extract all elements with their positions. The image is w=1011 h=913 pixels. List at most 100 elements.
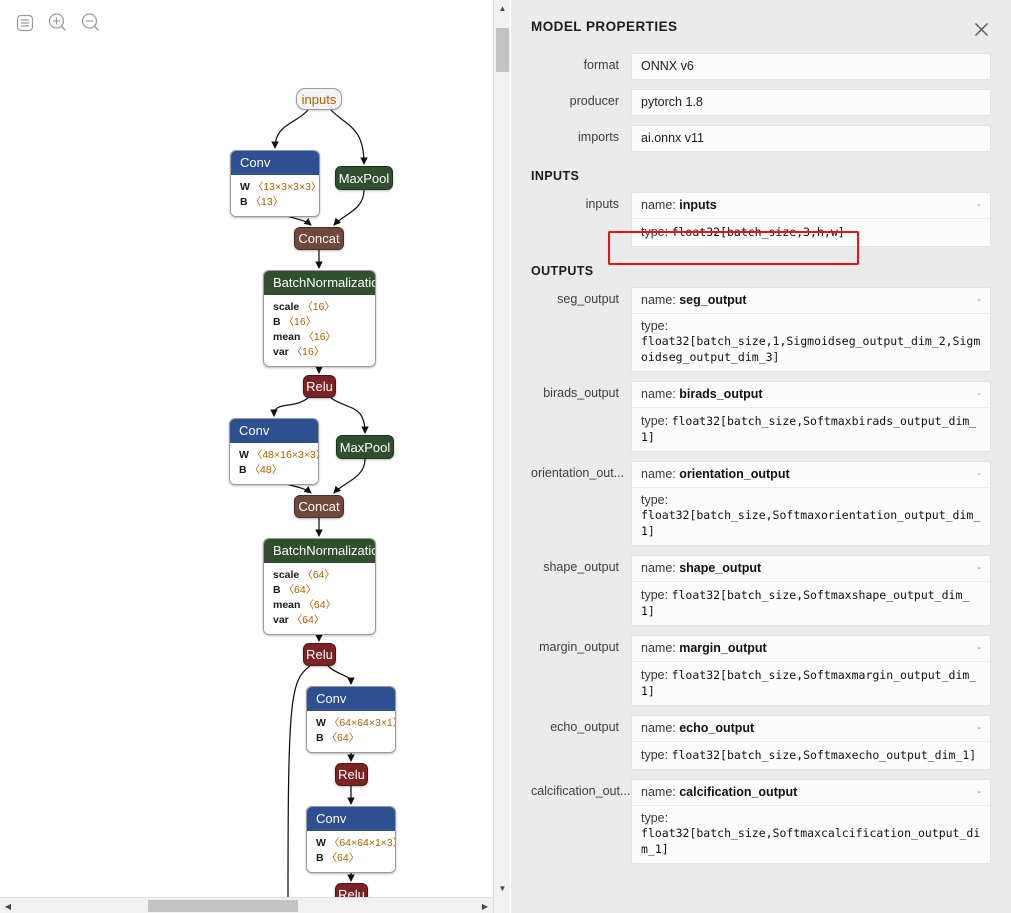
io-type-row: type: float32[batch_size,Softmaxcalcifica… (632, 805, 990, 863)
node-attribute: W 〈13×3×3×3〉 (240, 180, 319, 195)
graph-node-relu3[interactable]: Relu (335, 763, 368, 786)
graph-node-relu1[interactable]: Relu (303, 375, 336, 398)
collapse-toggle-icon[interactable]: - (977, 722, 981, 734)
collapse-toggle-icon[interactable]: - (977, 199, 981, 211)
property-value: pytorch 1.8 (631, 89, 991, 116)
inputs-list: inputs name: inputs - type: float32[batch_s… (511, 192, 1011, 256)
graph-node-conv3[interactable]: Conv W 〈64×64×3×1〉 B 〈64〉 (306, 686, 396, 753)
io-entry-value-group: name: orientation_output - type: float32[ba… (631, 461, 991, 546)
io-type-value: float32[batch_size,Softmaxorientation_ou… (641, 508, 981, 538)
node-attribute: W 〈64×64×1×3〉 (316, 836, 395, 851)
attribute-value: 〈64〉 (303, 599, 337, 611)
graph-node-conv2[interactable]: Conv W 〈48×16×3×3〉 B 〈48〉 (229, 418, 319, 485)
graph-toolbar (12, 10, 103, 35)
node-attribute: var 〈64〉 (273, 613, 366, 628)
io-type-value: float32[batch_size,Softmaxmargin_output_… (641, 668, 977, 698)
netron-app: inputs Conv W 〈13×3×3×3〉 B 〈13〉 MaxPool Conca… (0, 0, 1011, 913)
node-header: BatchNormalization (264, 539, 375, 563)
io-name-row[interactable]: name: inputs - (632, 193, 990, 218)
node-attribute: B 〈16〉 (273, 315, 366, 330)
io-type-prefix: type: (641, 319, 669, 333)
zoom-out-icon[interactable] (78, 10, 103, 35)
io-entry-value-group: name: inputs - type: float32[batch_size,3,… (631, 192, 991, 247)
attribute-name: B (316, 852, 324, 864)
io-name-row[interactable]: name: calcification_output - (632, 780, 990, 805)
io-name-row[interactable]: name: birads_output - (632, 382, 990, 407)
attribute-value: 〈48×16×3×3〉 (251, 449, 319, 461)
attribute-name: B (316, 732, 324, 744)
attribute-value: 〈64〉 (283, 584, 317, 596)
scroll-up-arrow[interactable]: ▲ (494, 0, 511, 17)
collapse-toggle-icon[interactable]: - (977, 642, 981, 654)
io-name-prefix: name: (641, 641, 680, 655)
io-name-value: shape_output (679, 561, 762, 575)
graph-node-concat2[interactable]: Concat (294, 495, 344, 518)
node-attributes: W 〈13×3×3×3〉 B 〈13〉 (231, 175, 319, 216)
io-name-prefix: name: (641, 198, 680, 212)
io-name-row[interactable]: name: margin_output - (632, 636, 990, 661)
attribute-value: 〈64〉 (326, 852, 360, 864)
io-name-prefix: name: (641, 721, 680, 735)
io-type-prefix: type: (641, 748, 672, 762)
close-icon[interactable] (971, 19, 991, 39)
node-label: MaxPool (338, 170, 390, 186)
io-type-value: float32[batch_size,Softmaxbirads_output_… (641, 414, 977, 444)
node-attribute: mean 〈64〉 (273, 598, 366, 613)
horizontal-scrollbar[interactable]: ◀ ▶ (0, 897, 493, 913)
attribute-name: B (273, 316, 281, 328)
io-entry-value-group: name: birads_output - type: float32[batch_… (631, 381, 991, 452)
io-name-row[interactable]: name: echo_output - (632, 716, 990, 741)
attribute-value: 〈13×3×3×3〉 (252, 181, 320, 193)
io-name-value: birads_output (679, 387, 763, 401)
io-name-prefix: name: (641, 561, 680, 575)
graph-node-conv1[interactable]: Conv W 〈13×3×3×3〉 B 〈13〉 (230, 150, 320, 217)
collapse-toggle-icon[interactable]: - (977, 468, 981, 480)
io-entry-label: orientation_out... (531, 466, 625, 480)
graph-node-bn2[interactable]: BatchNormalization scale 〈64〉 B 〈64〉 mean 〈… (263, 538, 376, 635)
vertical-scrollbar[interactable]: ▲ ▼ (493, 0, 510, 913)
io-entry-row: calcification_out... name: calcification_… (511, 779, 1011, 873)
graph-node-bn1[interactable]: BatchNormalization scale 〈16〉 B 〈16〉 mean 〈… (263, 270, 376, 367)
scroll-down-arrow[interactable]: ▼ (494, 880, 511, 897)
io-type-prefix: type: (641, 588, 672, 602)
graph-node-relu4[interactable]: Relu (335, 883, 368, 897)
io-type-prefix: type: (641, 225, 672, 239)
io-name-row[interactable]: name: orientation_output - (632, 462, 990, 487)
zoom-in-icon[interactable] (45, 10, 70, 35)
node-attributes: scale 〈64〉 B 〈64〉 mean 〈64〉 var 〈64〉 (264, 563, 375, 634)
node-attribute: B 〈64〉 (316, 851, 386, 866)
node-label: Relu (338, 887, 365, 897)
attribute-value: 〈64〉 (302, 569, 335, 581)
model-properties-list: format ONNX v6 producer pytorch 1.8 imports a… (511, 53, 1011, 161)
io-entry-row: margin_output name: margin_output - type: f… (511, 635, 1011, 715)
io-name-value: seg_output (679, 293, 747, 307)
graph-node-maxpool1[interactable]: MaxPool (335, 166, 393, 190)
collapse-toggle-icon[interactable]: - (977, 562, 981, 574)
graph-node-maxpool2[interactable]: MaxPool (336, 435, 394, 459)
collapse-toggle-icon[interactable]: - (977, 388, 981, 400)
node-label: Concat (298, 499, 340, 514)
graph-node-concat1[interactable]: Concat (294, 227, 344, 250)
node-attribute: B 〈48〉 (239, 463, 309, 478)
node-header: Conv (231, 151, 319, 175)
vertical-scroll-thumb[interactable] (496, 28, 509, 72)
panel-header: MODEL PROPERTIES (511, 0, 1011, 53)
node-attribute: W 〈64×64×3×1〉 (316, 716, 395, 731)
horizontal-scroll-thumb[interactable] (148, 900, 298, 912)
graph-node-conv4[interactable]: Conv W 〈64×64×1×3〉 B 〈64〉 (306, 806, 396, 873)
attribute-value: 〈16〉 (283, 316, 317, 328)
collapse-toggle-icon[interactable]: - (977, 786, 981, 798)
collapse-toggle-icon[interactable]: - (977, 294, 981, 306)
scroll-right-arrow[interactable]: ▶ (477, 898, 493, 913)
io-name-row[interactable]: name: seg_output - (632, 288, 990, 313)
scroll-left-arrow[interactable]: ◀ (0, 898, 16, 913)
attribute-name: B (240, 196, 248, 208)
graph-node-inputs[interactable]: inputs (296, 88, 342, 110)
node-attribute: scale 〈64〉 (273, 568, 366, 583)
menu-icon[interactable] (12, 10, 37, 35)
io-type-prefix: type: (641, 811, 669, 825)
graph-pane[interactable]: inputs Conv W 〈13×3×3×3〉 B 〈13〉 MaxPool Conca… (0, 0, 493, 897)
property-label: format (583, 58, 619, 72)
io-name-row[interactable]: name: shape_output - (632, 556, 990, 581)
graph-node-relu2[interactable]: Relu (303, 643, 336, 666)
